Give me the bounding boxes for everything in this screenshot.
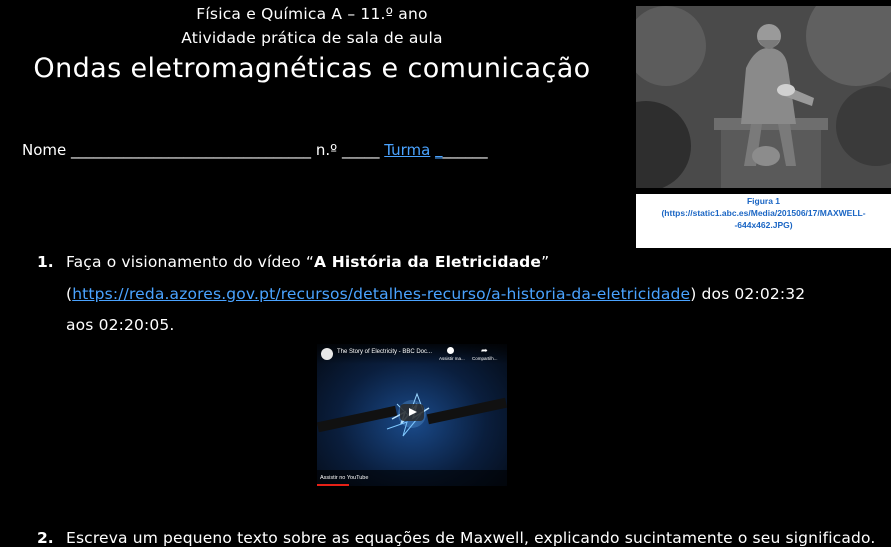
name-blank[interactable]: ________________________________ <box>71 141 311 159</box>
name-label: Nome <box>22 141 67 159</box>
watch-later-label[interactable]: Assistir ma... <box>439 356 465 361</box>
quote-close: ” <box>541 253 550 271</box>
video-url-link[interactable]: https://reda.azores.gov.pt/recursos/deta… <box>72 285 690 303</box>
student-info-line: Nome ________________________________ n.… <box>22 141 488 159</box>
video-thumbnail[interactable]: The Story of Electricity - BBC Doc... As… <box>317 344 507 486</box>
play-icon[interactable] <box>400 404 424 421</box>
share-label[interactable]: Compartilh... <box>472 356 498 361</box>
question-1-text: Faça o visionamento do vídeo “ <box>66 253 315 271</box>
figure-caption: Figura 1 (https://static1.abc.es/Media/2… <box>636 194 891 248</box>
watch-on-youtube[interactable]: Assistir no YouTube <box>320 475 368 481</box>
question-2-text: Escreva um pequeno texto sobre as equaçõ… <box>66 529 876 547</box>
class-blank[interactable]: ______ <box>443 141 488 159</box>
youtube-logo: YouTube <box>346 475 369 481</box>
page-title: Ondas eletromagnéticas e comunicação <box>33 53 591 84</box>
class-link-blank[interactable]: _ <box>435 141 443 159</box>
clock-icon[interactable] <box>447 347 454 354</box>
question-1-line-2: (https://reda.azores.gov.pt/recursos/det… <box>66 285 805 303</box>
activity-subtitle: Atividade prática de sala de aula <box>181 29 443 47</box>
question-1-line-3: aos 02:20:05. <box>66 316 175 334</box>
subject-heading: Física e Química A – 11.º ano <box>196 5 428 23</box>
channel-avatar[interactable] <box>321 348 333 360</box>
figure-source-link[interactable]: (https://static1.abc.es/Media/201506/17/… <box>636 207 891 231</box>
maxwell-statue-photo <box>636 6 891 188</box>
class-label[interactable]: Turma <box>384 141 430 159</box>
number-label: n.º <box>315 141 338 159</box>
video-progress-bar <box>317 484 349 486</box>
video-title: A História da Eletricidade <box>314 253 542 271</box>
question-1-number: 1. <box>37 253 54 271</box>
figure-label: Figura 1 <box>746 196 781 206</box>
number-blank[interactable]: _____ <box>342 141 380 159</box>
share-arrow-icon[interactable]: ➦ <box>481 346 488 355</box>
video-thumb-title[interactable]: The Story of Electricity - BBC Doc... <box>337 349 432 355</box>
watch-on-label: Assistir no <box>320 475 346 481</box>
question-1-line-1: Faça o visionamento do vídeo “A História… <box>66 253 549 271</box>
question-2-number: 2. <box>37 529 54 547</box>
timestamp-start: ) dos 02:02:32 <box>690 285 806 303</box>
